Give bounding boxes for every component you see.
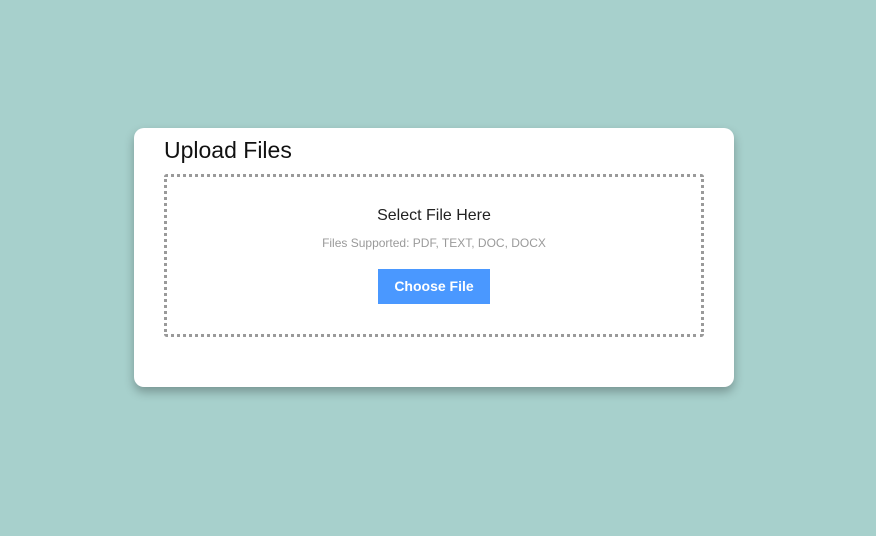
upload-card: Upload Files Select File Here Files Supp… <box>134 128 734 387</box>
choose-file-button[interactable]: Choose File <box>378 269 490 304</box>
file-drop-zone[interactable]: Select File Here Files Supported: PDF, T… <box>164 174 704 337</box>
supported-file-types: Files Supported: PDF, TEXT, DOC, DOCX <box>322 236 546 250</box>
drop-zone-heading: Select File Here <box>377 207 491 224</box>
page-title: Upload Files <box>164 137 292 163</box>
